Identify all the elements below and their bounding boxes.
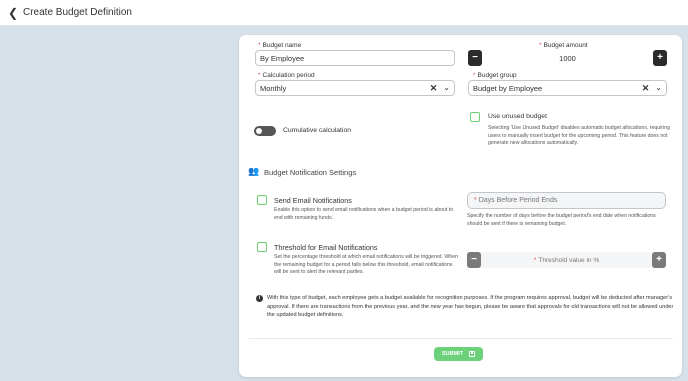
- send-email-checkbox[interactable]: [257, 195, 267, 205]
- threshold-checkbox[interactable]: [257, 242, 267, 252]
- clear-icon[interactable]: ✕: [430, 83, 438, 93]
- save-icon: [469, 351, 476, 357]
- threshold-decrement-button[interactable]: −: [467, 252, 481, 268]
- threshold-increment-button[interactable]: +: [652, 252, 666, 268]
- page-title: Create Budget Definition: [23, 7, 132, 18]
- users-icon: 👥: [248, 166, 260, 176]
- back-chevron-icon[interactable]: ❮: [4, 6, 22, 20]
- clear-icon[interactable]: ✕: [642, 83, 650, 93]
- threshold-input[interactable]: * Threshold value in %: [481, 257, 652, 264]
- budget-amount-value[interactable]: 1000: [482, 50, 653, 66]
- cumulative-calculation-toggle[interactable]: [254, 126, 276, 136]
- use-unused-budget-label: Use unused budget: [488, 113, 547, 120]
- days-before-placeholder: Days Before Period Ends: [478, 197, 558, 204]
- budget-amount-decrement-button[interactable]: −: [468, 50, 482, 66]
- toggle-knob: [256, 128, 262, 134]
- cumulative-calculation-label: Cumulative calculation: [283, 127, 352, 134]
- use-unused-budget-checkbox[interactable]: [470, 112, 480, 122]
- submit-label: SUBMIT: [441, 351, 464, 357]
- threshold-stepper: − * Threshold value in % +: [467, 252, 666, 268]
- budget-amount-stepper: − 1000 +: [468, 50, 667, 66]
- calculation-period-value: Monthly: [260, 83, 287, 93]
- budget-group-label: * Budget group: [473, 72, 517, 79]
- threshold-label: Threshold for Email Notifications: [274, 243, 378, 252]
- notification-settings-title: Budget Notification Settings: [264, 168, 357, 177]
- budget-amount-label: * Budget amount: [539, 42, 588, 49]
- info-icon: i: [256, 295, 263, 302]
- submit-button[interactable]: SUBMIT: [434, 347, 483, 361]
- divider: [249, 338, 673, 339]
- budget-type-info: With this type of budget, each employee …: [267, 295, 674, 318]
- days-before-description: Specify the number of days before the bu…: [467, 213, 656, 227]
- send-email-description: Enable this option to send email notific…: [274, 207, 454, 221]
- budget-group-select[interactable]: Budget by Employee ✕ ⌄: [468, 80, 667, 96]
- budget-name-value: By Employee: [260, 53, 305, 63]
- calculation-period-label: * Calculation period: [258, 72, 315, 79]
- calculation-period-select[interactable]: Monthly ✕ ⌄: [255, 80, 455, 96]
- chevron-down-icon[interactable]: ⌄: [655, 84, 662, 92]
- threshold-description: Set the percentage threshold at which em…: [274, 254, 458, 275]
- budget-name-label: * Budget name: [258, 42, 302, 49]
- budget-group-value: Budget by Employee: [473, 83, 543, 93]
- days-before-period-input[interactable]: * Days Before Period Ends: [467, 192, 666, 209]
- use-unused-budget-description: Selecting 'Use Unused Budget' disables a…: [488, 125, 670, 146]
- chevron-down-icon[interactable]: ⌄: [443, 84, 450, 92]
- top-bar: ❮ Create Budget Definition: [0, 0, 688, 26]
- budget-name-input[interactable]: By Employee: [255, 50, 455, 66]
- budget-form-card: * Budget name By Employee * Budget amount …: [239, 35, 682, 377]
- budget-amount-increment-button[interactable]: +: [653, 50, 667, 66]
- send-email-label: Send Email Notifications: [274, 196, 352, 205]
